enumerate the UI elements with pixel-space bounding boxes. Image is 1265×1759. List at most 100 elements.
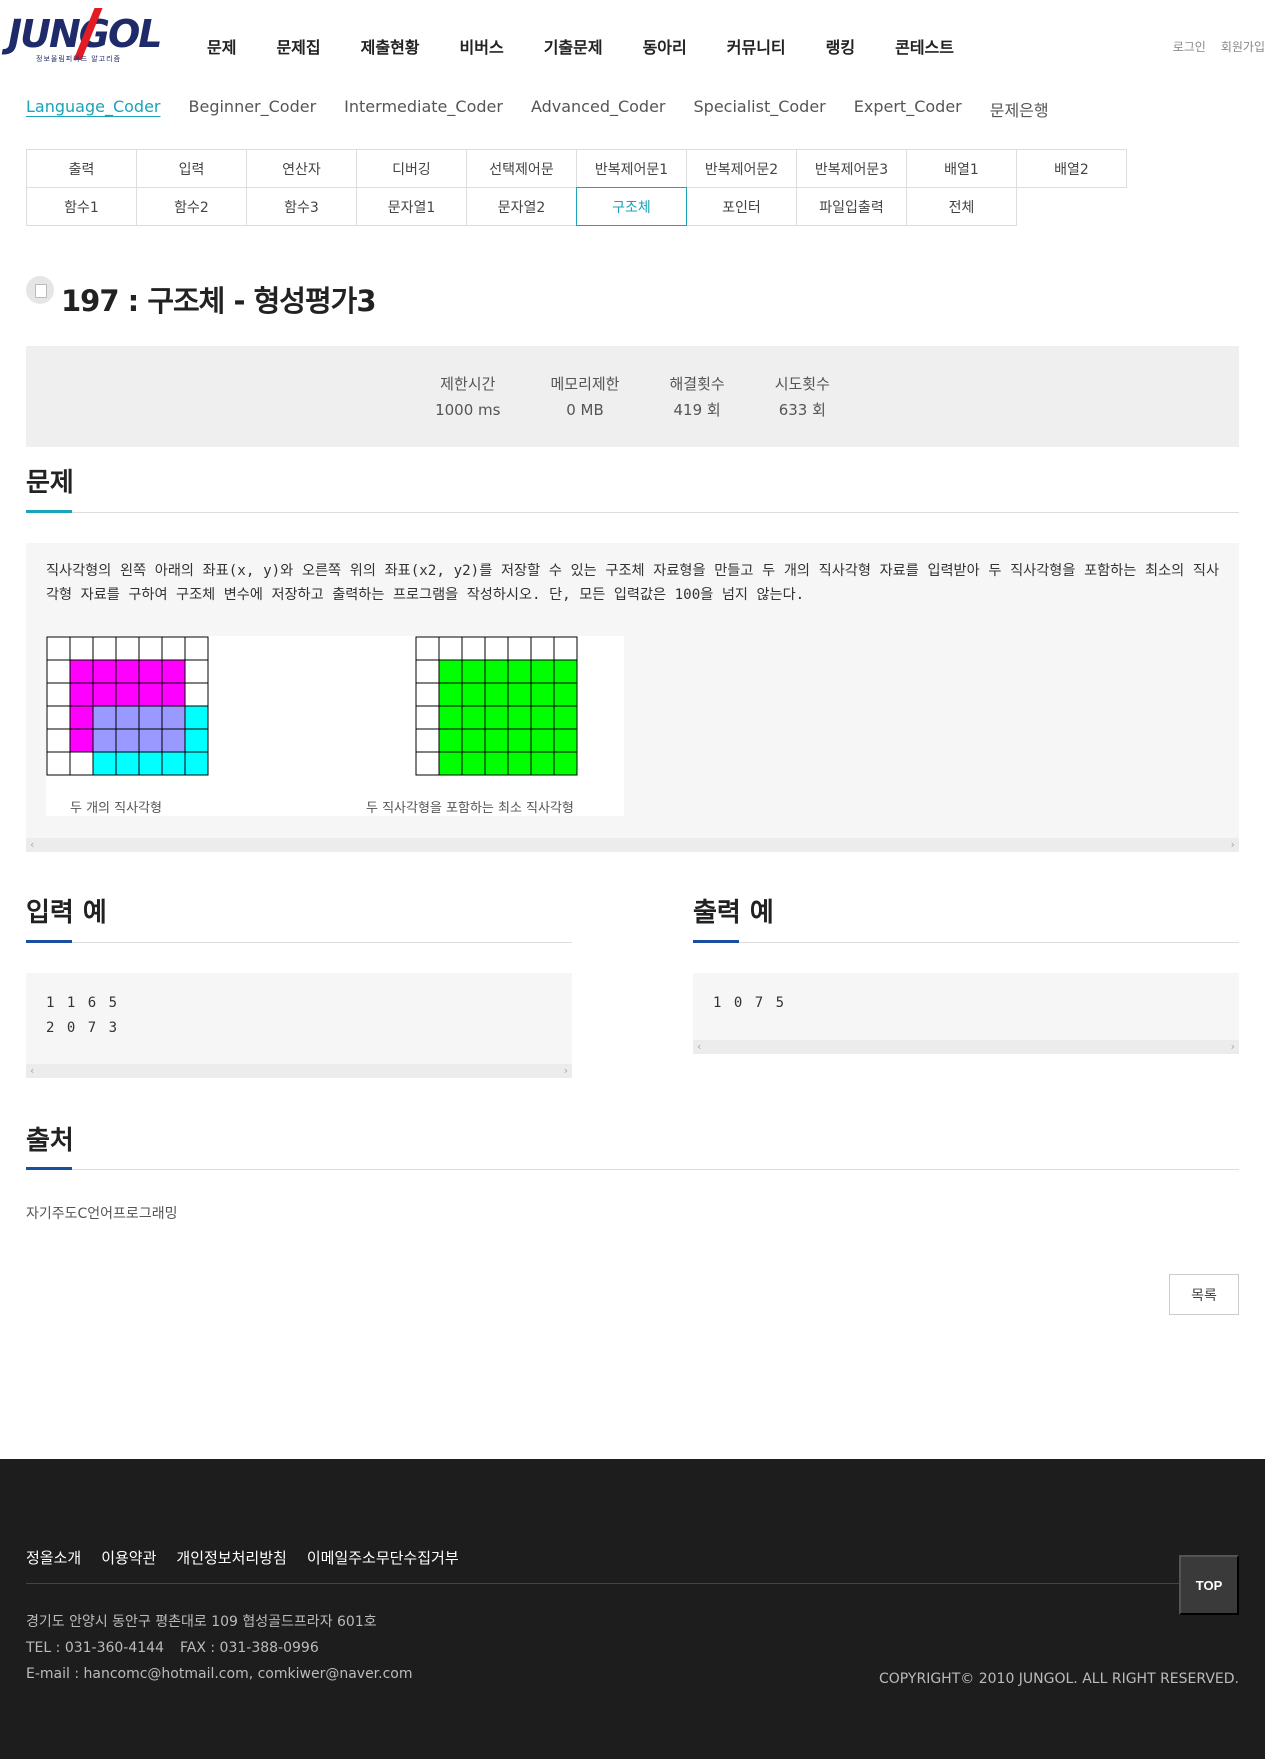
scroll-left-icon[interactable]: ‹	[30, 838, 34, 852]
grid-cell	[553, 751, 578, 776]
grid-cell	[438, 636, 463, 661]
stat-label: 메모리제한	[550, 374, 620, 393]
horizontal-scrollbar[interactable]: ‹ ›	[26, 1064, 572, 1078]
category-function-2[interactable]: 함수2	[136, 187, 247, 226]
grid-cell	[415, 659, 440, 684]
jungol-logo[interactable]: JUNGOL 정보올림피아드 알고리즘	[6, 8, 163, 66]
tab-problem-bank[interactable]: 문제은행	[990, 97, 1049, 121]
stat-label: 제한시간	[440, 374, 496, 393]
grid-cell	[46, 682, 71, 707]
stat-value: 0 MB	[566, 400, 604, 419]
grid-cell	[461, 636, 486, 661]
nav-clubs[interactable]: 동아리	[623, 34, 707, 58]
grid-cell	[415, 636, 440, 661]
grid-cell	[461, 751, 486, 776]
grid-cell	[484, 682, 509, 707]
category-string-1[interactable]: 문자열1	[356, 187, 467, 226]
nav-problem-sets[interactable]: 문제집	[256, 34, 340, 58]
grid-cell	[438, 705, 463, 730]
list-button[interactable]: 목록	[1169, 1274, 1239, 1315]
grid-cell	[507, 728, 532, 753]
grid-cell	[138, 728, 163, 753]
category-array-2[interactable]: 배열2	[1016, 149, 1127, 188]
section-divider	[26, 942, 572, 943]
nav-problems[interactable]: 문제	[187, 34, 256, 58]
tab-specialist-coder[interactable]: Specialist_Coder	[694, 97, 826, 121]
grid-cell	[46, 751, 71, 776]
scroll-right-icon[interactable]: ›	[564, 1064, 568, 1078]
user-utility-links: 로그인 회원가입	[1173, 38, 1265, 55]
nav-ranking[interactable]: 랭킹	[806, 34, 875, 58]
nav-past-problems[interactable]: 기출문제	[524, 34, 623, 58]
category-debugging[interactable]: 디버깅	[356, 149, 467, 188]
horizontal-scrollbar[interactable]: ‹ ›	[26, 838, 1239, 852]
grid-cell	[115, 751, 140, 776]
grid-cell	[161, 636, 186, 661]
document-icon	[26, 276, 54, 304]
footer-email: E-mail : hancomc@hotmail.com, comkiwer@n…	[26, 1666, 413, 1682]
category-function-1[interactable]: 함수1	[26, 187, 137, 226]
grid-cell	[553, 682, 578, 707]
level-tabs: Language_Coder Beginner_Coder Intermedia…	[26, 97, 1049, 121]
footer-link-about[interactable]: 정올소개	[26, 1547, 81, 1568]
output-example-text: 1 0 7 5	[713, 995, 787, 1011]
nav-community[interactable]: 커뮤니티	[707, 34, 806, 58]
footer-link-terms[interactable]: 이용약관	[101, 1547, 156, 1568]
footer-link-privacy[interactable]: 개인정보처리방침	[176, 1547, 286, 1568]
footer-phone-fax: TEL : 031-360-4144 FAX : 031-388-0996	[26, 1635, 413, 1661]
signup-link[interactable]: 회원가입	[1221, 38, 1265, 55]
section-divider	[693, 942, 1239, 943]
category-conditionals[interactable]: 선택제어문	[466, 149, 577, 188]
grid-cell	[184, 751, 209, 776]
category-file-io[interactable]: 파일입출력	[796, 187, 907, 226]
category-grid: 출력 입력 연산자 디버깅 선택제어문 반복제어문1 반복제어문2 반복제어문3…	[26, 149, 1137, 226]
scroll-right-icon[interactable]: ›	[1231, 1040, 1235, 1054]
grid-cell	[530, 728, 555, 753]
stat-value: 419 회	[673, 400, 721, 419]
category-output[interactable]: 출력	[26, 149, 137, 188]
input-example-title: 입력 예	[26, 898, 107, 928]
category-input[interactable]: 입력	[136, 149, 247, 188]
nav-bebras[interactable]: 비버스	[440, 34, 524, 58]
grid-cell	[184, 728, 209, 753]
grid-cell	[138, 751, 163, 776]
footer-link-email-policy[interactable]: 이메일주소무단수집거부	[307, 1547, 459, 1568]
grid-cell	[69, 636, 94, 661]
grid-cell	[184, 682, 209, 707]
nav-contest[interactable]: 콘테스트	[875, 34, 974, 58]
scroll-left-icon[interactable]: ‹	[697, 1040, 701, 1054]
category-loops-1[interactable]: 반복제어문1	[576, 149, 687, 188]
grid-cell	[530, 636, 555, 661]
grid-cell	[461, 682, 486, 707]
category-struct[interactable]: 구조체	[576, 187, 687, 226]
horizontal-scrollbar[interactable]: ‹ ›	[693, 1040, 1239, 1054]
category-all[interactable]: 전체	[906, 187, 1017, 226]
scroll-right-icon[interactable]: ›	[1231, 838, 1235, 852]
category-loops-3[interactable]: 반복제어문3	[796, 149, 907, 188]
grid-cell	[438, 682, 463, 707]
grid-cell	[530, 751, 555, 776]
figure-caption-left: 두 개의 직사각형	[70, 801, 162, 816]
nav-submissions[interactable]: 제출현황	[341, 34, 440, 58]
section-accent	[26, 510, 72, 513]
stat-solved-count: 해결횟수 419 회	[669, 371, 724, 423]
login-link[interactable]: 로그인	[1173, 38, 1206, 55]
tab-language-coder[interactable]: Language_Coder	[26, 97, 161, 121]
tab-intermediate-coder[interactable]: Intermediate_Coder	[344, 97, 503, 121]
grid-cell	[438, 751, 463, 776]
scroll-top-button[interactable]: TOP	[1179, 1555, 1239, 1615]
grid-cell	[484, 751, 509, 776]
category-string-2[interactable]: 문자열2	[466, 187, 577, 226]
category-operators[interactable]: 연산자	[246, 149, 357, 188]
problem-description: 직사각형의 왼쪽 아래의 좌표(x, y)와 오른쪽 위의 좌표(x2, y2)…	[46, 563, 1219, 603]
output-example-title: 출력 예	[693, 898, 774, 928]
category-function-3[interactable]: 함수3	[246, 187, 357, 226]
category-array-1[interactable]: 배열1	[906, 149, 1017, 188]
category-loops-2[interactable]: 반복제어문2	[686, 149, 797, 188]
tab-advanced-coder[interactable]: Advanced_Coder	[531, 97, 666, 121]
grid-cell	[92, 682, 117, 707]
scroll-left-icon[interactable]: ‹	[30, 1064, 34, 1078]
tab-expert-coder[interactable]: Expert_Coder	[854, 97, 962, 121]
tab-beginner-coder[interactable]: Beginner_Coder	[189, 97, 317, 121]
category-pointer[interactable]: 포인터	[686, 187, 797, 226]
